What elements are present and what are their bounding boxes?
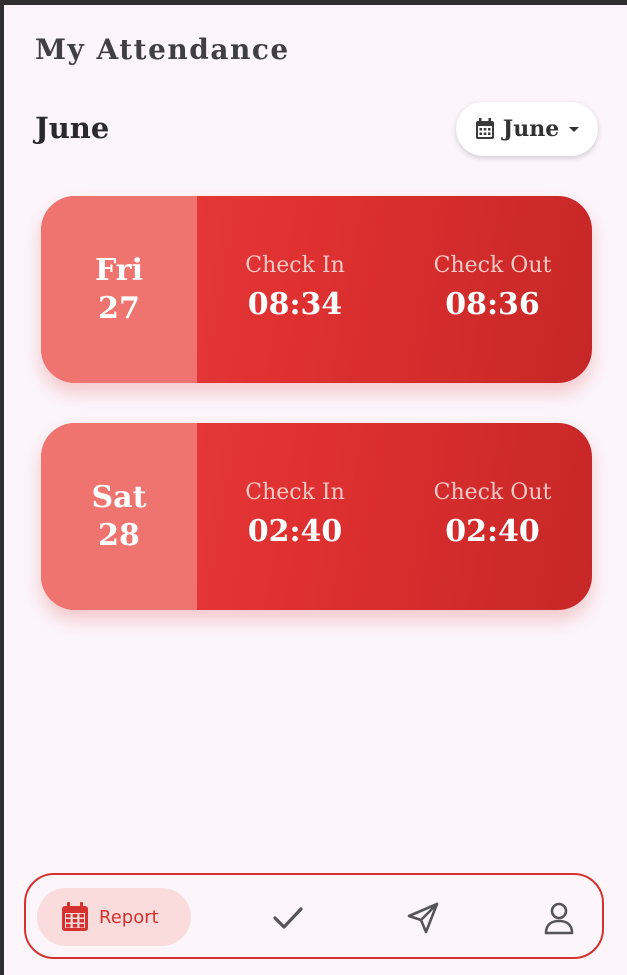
nav-report-label: Report xyxy=(99,906,159,928)
app-screen: My Attendance June June Fri 27 Check In … xyxy=(4,5,627,975)
check-in-time: 08:34 xyxy=(247,286,343,322)
check-in-label: Check In xyxy=(245,252,345,278)
check-icon[interactable] xyxy=(271,901,305,935)
person-icon[interactable] xyxy=(542,901,576,935)
check-out-time: 02:40 xyxy=(445,513,540,549)
month-dropdown[interactable]: June xyxy=(456,102,598,156)
day-name: Fri xyxy=(95,252,143,288)
month-dropdown-label: June xyxy=(502,116,560,142)
check-out-label: Check Out xyxy=(433,479,552,505)
day-number: 28 xyxy=(98,517,140,553)
day-name: Sat xyxy=(91,479,147,515)
check-out-column: Check Out 02:40 xyxy=(393,423,592,610)
check-in-column: Check In 02:40 xyxy=(197,423,393,610)
check-out-label: Check Out xyxy=(433,252,552,278)
day-number: 27 xyxy=(98,290,140,326)
chevron-down-icon xyxy=(569,126,580,132)
check-in-time: 02:40 xyxy=(247,513,343,549)
attendance-card[interactable]: Fri 27 Check In 08:34 Check Out 08:36 xyxy=(41,196,592,383)
check-out-time: 08:36 xyxy=(445,286,540,322)
calendar-icon xyxy=(475,118,494,139)
month-heading: June xyxy=(35,111,110,145)
bottom-navigation: Report xyxy=(24,873,604,959)
check-in-label: Check In xyxy=(245,479,345,505)
check-in-column: Check In 08:34 xyxy=(197,196,393,383)
nav-report-button[interactable]: Report xyxy=(37,888,191,946)
page-title: My Attendance xyxy=(35,33,290,66)
calendar-icon xyxy=(62,902,88,931)
check-out-column: Check Out 08:36 xyxy=(393,196,592,383)
day-panel: Sat 28 xyxy=(41,423,197,610)
attendance-card[interactable]: Sat 28 Check In 02:40 Check Out 02:40 xyxy=(41,423,592,610)
send-icon[interactable] xyxy=(406,901,440,935)
day-panel: Fri 27 xyxy=(41,196,197,383)
